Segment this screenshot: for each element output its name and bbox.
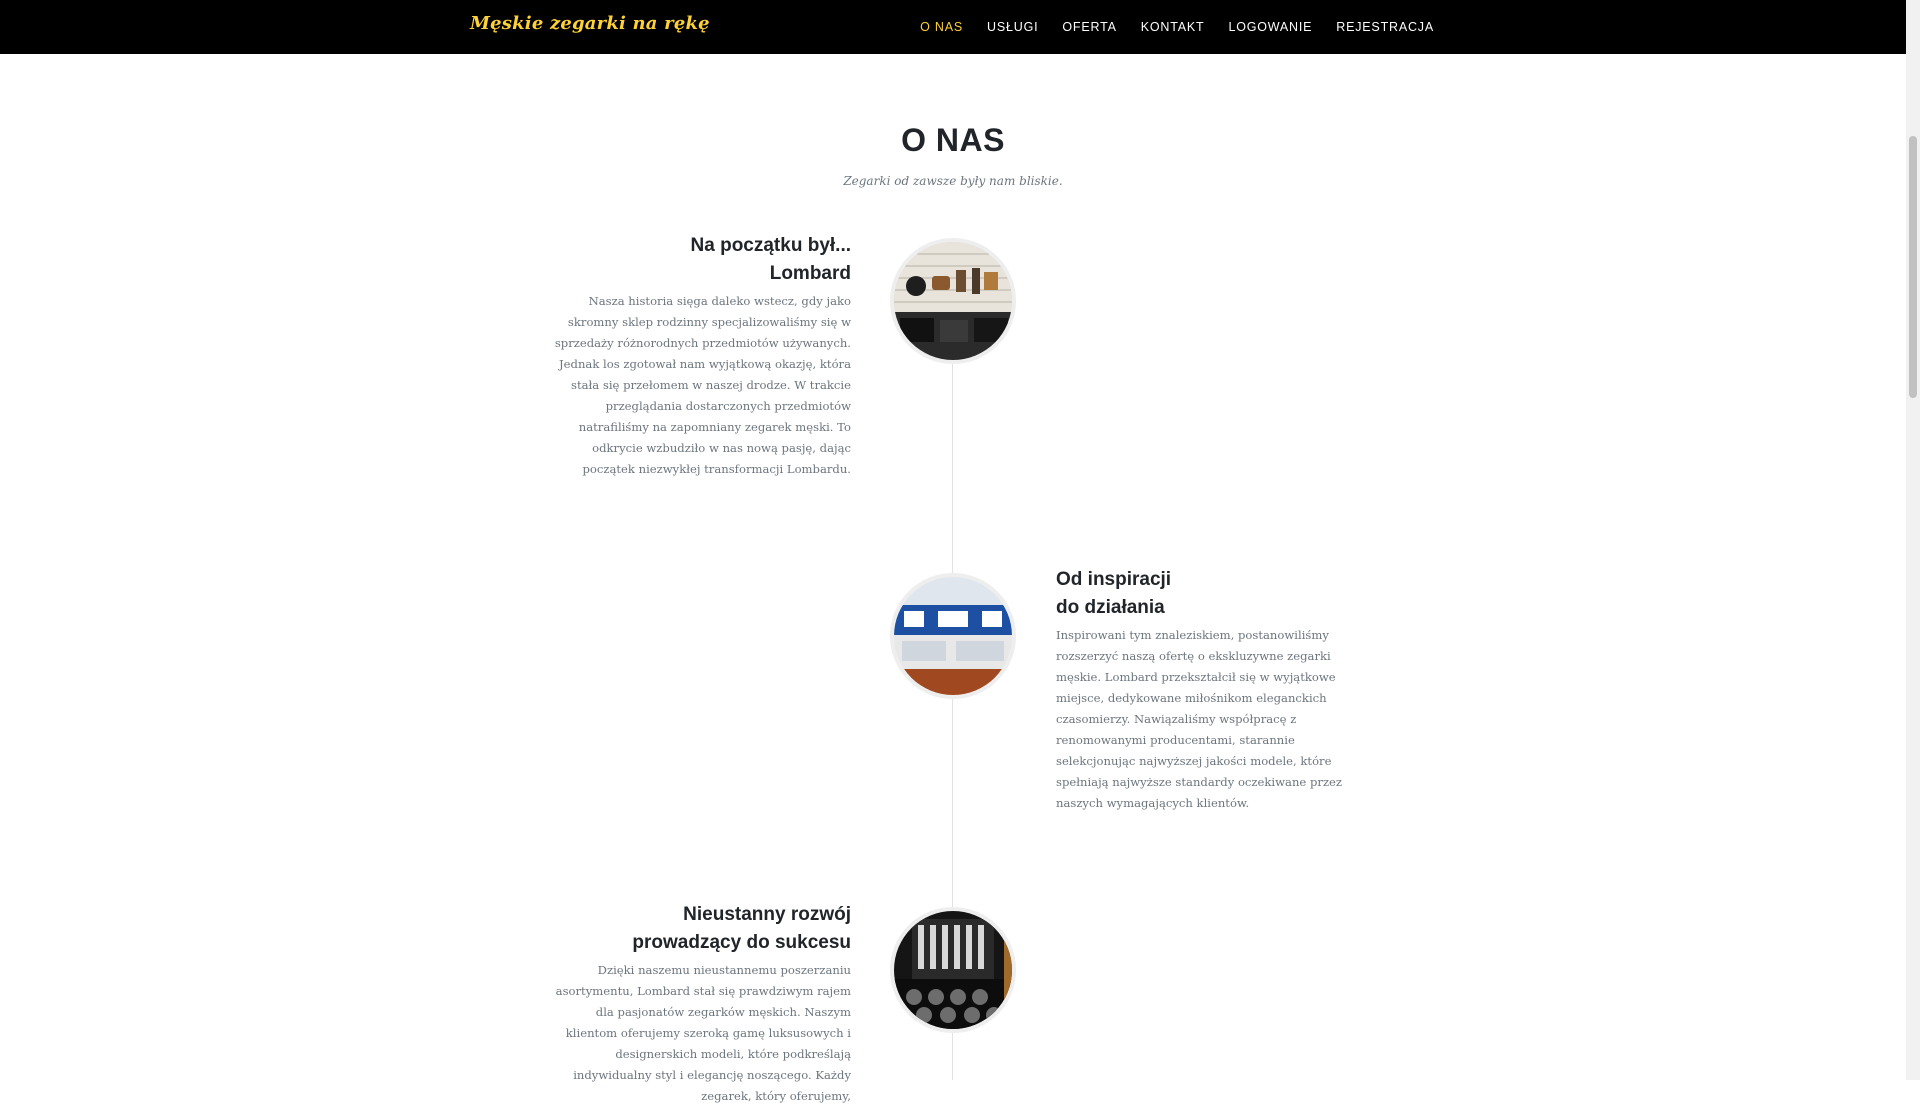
- scrollbar-thumb[interactable]: [1909, 136, 1917, 398]
- nav-link-oferta[interactable]: OFERTA: [1062, 20, 1116, 34]
- nav-item-oferta: OFERTA: [1062, 18, 1116, 36]
- timeline-heading-1: Na początku był... Lombard: [540, 232, 851, 288]
- timeline-heading-2-line2: do działania: [1056, 597, 1165, 618]
- nav-item-rejestracja: REJESTRACJA: [1336, 18, 1434, 36]
- section-title: O NAS: [901, 122, 1005, 158]
- page-scrollbar[interactable]: [1906, 0, 1920, 1080]
- timeline-body-3: Dzięki naszemu nieustannemu poszerzaniu …: [555, 963, 851, 1103]
- navbar: Męskie zegarki na rękę O NAS USŁUGI OFER…: [0, 0, 1906, 54]
- nav-item-kontakt: KONTAKT: [1141, 18, 1205, 36]
- watch-display-image: [894, 911, 1012, 1029]
- section-subtitle: Zegarki od zawsze były nam bliskie.: [843, 174, 1063, 188]
- nav-item-uslugi: USŁUGI: [987, 18, 1038, 36]
- timeline-heading-3-line1: Nieustanny rozwój: [683, 904, 851, 925]
- nav-link-uslugi[interactable]: USŁUGI: [987, 20, 1038, 34]
- store-showroom-image: [894, 577, 1012, 695]
- timeline-heading-2: Od inspiracji do działania: [1056, 566, 1376, 622]
- nav-link-rejestracja[interactable]: REJESTRACJA: [1336, 20, 1434, 34]
- timeline-image-2: [890, 573, 1016, 699]
- timeline-heading-3-line2: prowadzący do sukcesu: [632, 932, 851, 953]
- nav-link-o-nas[interactable]: O NAS: [920, 20, 963, 34]
- timeline-body-1: Nasza historia sięga daleko wstecz, gdy …: [554, 294, 851, 476]
- main-nav: O NAS USŁUGI OFERTA KONTAKT LOGOWANIE RE…: [920, 0, 1434, 54]
- timeline-heading-2-line1: Od inspiracji: [1056, 569, 1172, 590]
- timeline-heading-1-line2: Lombard: [769, 263, 851, 284]
- nav-item-o-nas: O NAS: [920, 18, 963, 36]
- timeline-heading-1-line1: Na początku był...: [690, 235, 851, 256]
- timeline-heading-3: Nieustanny rozwój prowadzący do sukcesu: [540, 901, 851, 957]
- timeline-body-2: Inspirowani tym znaleziskiem, postanowil…: [1056, 628, 1343, 810]
- nav-link-kontakt[interactable]: KONTAKT: [1141, 20, 1205, 34]
- shop-interior-image: [894, 242, 1012, 360]
- brand-logo[interactable]: Męskie zegarki na rękę: [470, 13, 710, 34]
- nav-item-logowanie: LOGOWANIE: [1228, 18, 1312, 36]
- timeline-image-3: [890, 907, 1016, 1033]
- timeline-image-1: [890, 238, 1016, 364]
- nav-link-logowanie[interactable]: LOGOWANIE: [1228, 20, 1312, 34]
